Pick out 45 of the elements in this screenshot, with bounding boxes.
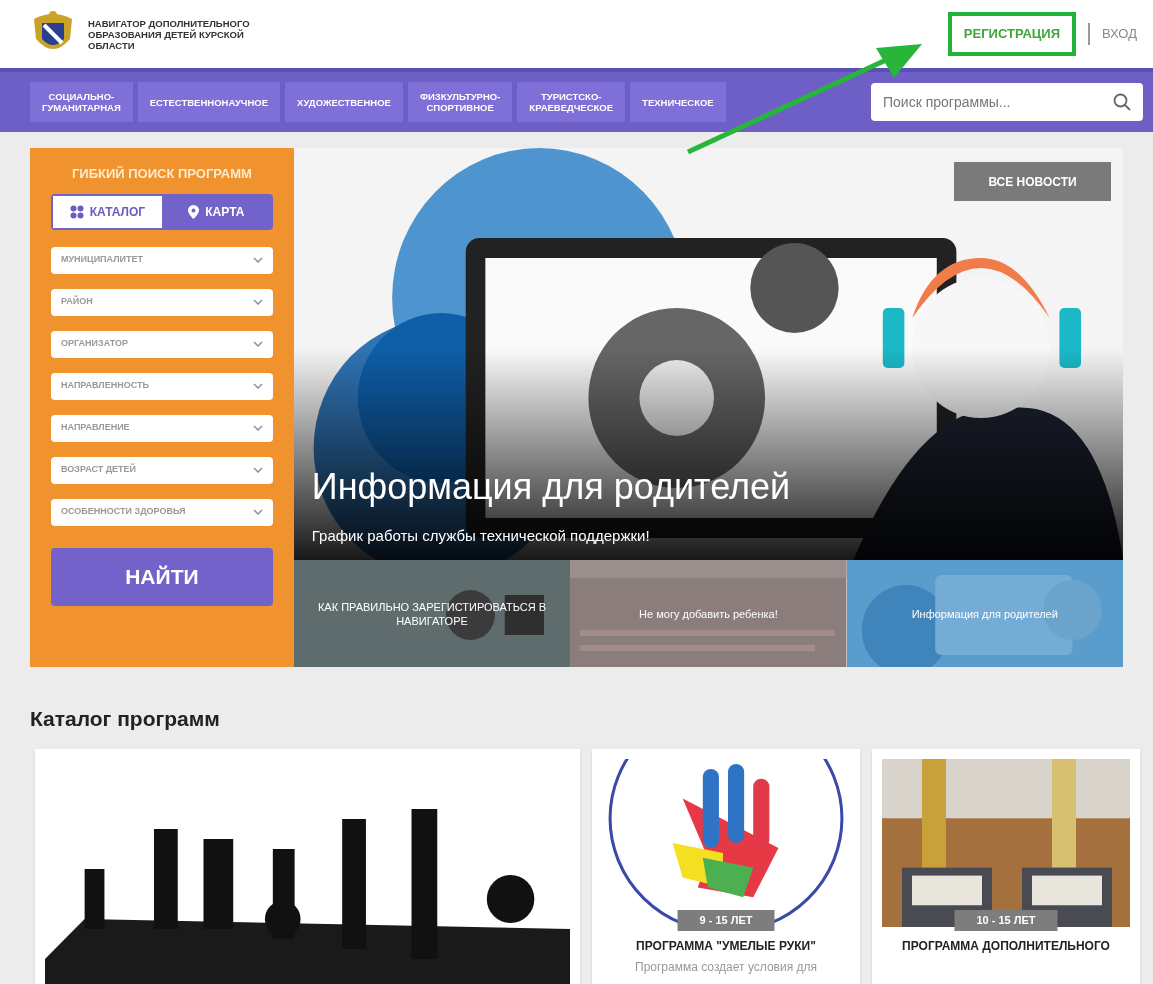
card-description: Программа создает условия для — [634, 958, 818, 976]
filter-dropdown[interactable]: МУНИЦИПАЛИТЕТ — [51, 246, 273, 274]
view-tab[interactable]: КАРТА — [161, 195, 271, 228]
grid-icon — [69, 204, 84, 219]
age-badge: 9 - 15 ЛЕТ — [677, 910, 775, 931]
register-link[interactable]: РЕГИСТРАЦИЯ — [947, 12, 1076, 56]
program-card[interactable]: 9 - 15 ЛЕТ ПРОГРАММА "УМЕЛЫЕ РУКИ" Программа создает условия для — [592, 748, 860, 984]
map-pin-icon — [188, 204, 200, 219]
catalog-heading: Каталог программ — [30, 706, 221, 732]
filter-title: ГИБКИЙ ПОИСК ПРОГРАММ — [70, 165, 253, 183]
chevron-down-icon — [252, 299, 263, 305]
chevron-down-icon — [252, 341, 263, 347]
category-tab[interactable]: ЕСТЕСТВЕННОНАУЧНОЕ — [137, 82, 281, 122]
view-tab[interactable]: КАТАЛОГ — [53, 195, 162, 228]
filter-dropdown[interactable]: ОРГАНИЗАТОР — [51, 330, 273, 358]
program-card[interactable]: 10 - 15 ЛЕТ ПРОГРАММА ДОПОЛНИТЕЛЬНОГО — [872, 748, 1140, 984]
category-tab[interactable]: СОЦИАЛЬНО- ГУМАНИТАРНАЯ — [30, 82, 133, 122]
category-tab[interactable]: ТУРИСТСКО- КРАЕВЕДЧЕСКОЕ — [517, 82, 626, 122]
category-tab[interactable]: ХУДОЖЕСТВЕННОЕ — [285, 82, 403, 122]
search-field[interactable]: Поиск программы... — [871, 83, 1143, 121]
news-tile[interactable]: Не могу добавить ребенка! — [570, 560, 847, 667]
news-tile[interactable]: КАК ПРАВИЛЬНО ЗАРЕГИСТИРОВАТЬСЯ В НАВИГАТОРЕ — [293, 560, 571, 667]
chevron-down-icon — [252, 383, 263, 389]
filter-dropdown[interactable]: ОСОБЕННОСТИ ЗДОРОВЬЯ — [51, 498, 273, 526]
login-link[interactable]: ВХОД — [1102, 24, 1137, 44]
card-title: ПРОГРАММА "УМЕЛЫЕ РУКИ" — [635, 938, 817, 954]
category-tab[interactable]: ТЕХНИЧЕСКОЕ — [630, 82, 726, 122]
filter-dropdown[interactable]: НАПРАВЛЕНИЕ — [51, 414, 273, 442]
category-tab[interactable]: ФИЗКУЛЬТУРНО- СПОРТИВНОЕ — [407, 82, 513, 122]
filter-dropdown[interactable]: ВОЗРАСТ ДЕТЕЙ — [51, 456, 273, 484]
news-tile-title: КАК ПРАВИЛЬНО ЗАРЕГИСТИРОВАТЬСЯ В НАВИГАТОРЕ — [316, 599, 548, 628]
card-title: ПРОГРАММА ДОПОЛНИТЕЛЬНОГО — [901, 938, 1111, 954]
find-button[interactable]: НАЙТИ — [51, 547, 273, 606]
chevron-down-icon — [252, 425, 263, 431]
age-badge: 10 - 15 ЛЕТ — [954, 910, 1058, 931]
news-tile-title: Информация для родителей — [910, 606, 1059, 621]
filter-dropdown[interactable]: РАЙОН — [51, 288, 273, 316]
news-tile[interactable]: Информация для родителей — [846, 560, 1123, 667]
filter-dropdown[interactable]: НАПРАВЛЕННОСТЬ — [51, 372, 273, 400]
search-icon[interactable] — [1113, 93, 1131, 111]
chevron-down-icon — [252, 509, 263, 515]
chevron-down-icon — [252, 257, 263, 263]
chevron-down-icon — [252, 467, 263, 473]
site-title: НАВИГАТОР ДОПОЛНИТЕЛЬНОГО ОБРАЗОВАНИЯ ДЕТЕЙ КУРСКОЙ ОБЛАСТИ — [88, 17, 251, 51]
news-tile-title: Не могу добавить ребенка! — [638, 606, 779, 621]
